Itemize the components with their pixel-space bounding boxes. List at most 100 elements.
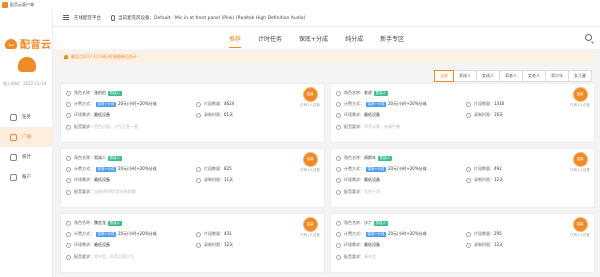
req-icon [336,124,341,130]
role-name: 老虎 [364,90,372,95]
filter-all[interactable]: 全部 [434,70,454,82]
pay-icon [66,166,71,172]
env-row: 环境需求： 最低设备 [66,242,110,248]
voice-tag-badge: 男成人 [374,220,388,226]
sidebar-item-task[interactable]: 任务 [0,107,53,127]
pay-label: 计费方式： [344,231,364,236]
req-row: 配音要求： 音色沉稳，大气正直一致 [66,124,138,130]
search-icon[interactable] [585,34,592,41]
task-card[interactable]: 角色名称： 周斯年 男成人 计费方式： 保底+分成 20元/小时+20%分成 环境需求：… [330,148,595,208]
sidebar-item-stats[interactable]: 统计 [0,147,53,167]
task-card[interactable]: 角色名称： 魏金龙 男成人 计费方式： 保底+分成 20元/小时+20%分成 环境需求：… [60,213,325,273]
filter-elder-female[interactable]: 女老人 [522,70,546,82]
pay-value: 20元/小时+20%分成 [117,101,157,106]
task-card[interactable]: 角色名称： 男成人 男成人 计费方式： 保底+分成 20元/小时+20%分成 环境需求：… [60,148,325,208]
env-icon [336,177,341,183]
role-name: 男成人 [94,155,106,160]
time-limit-value: 12天 [494,177,504,182]
tab-timed-tasks[interactable]: 计时任务 [258,34,282,48]
segment-icon [466,101,471,107]
time-limit-label: 录制时限： [204,112,224,117]
sidebar-item-label: 广播 [22,135,31,140]
pay-row: 计费方式： 保底+分成 20元/小时+20%分成 [66,231,157,237]
microphone-icon [111,14,115,21]
segment-value: 431 [224,231,232,236]
env-value: 最低设备 [94,112,110,117]
role-label: 角色名称： [74,90,94,95]
tab-newbie[interactable]: 新手专区 [380,34,404,48]
env-label: 环境需求： [74,242,94,247]
tab-share-only[interactable]: 纯分成 [345,34,363,48]
recruit-stamp[interactable]: 招募 已有1人试音 [570,152,590,173]
req-row: 配音要求： 音色干净 [336,189,380,195]
recruit-stamp-icon: 招募 [302,152,318,167]
time-limit-label: 录制时限： [474,177,494,182]
segment-label: 片段数量： [204,166,224,171]
role-label: 角色名称： [74,155,94,160]
segment-icon [466,166,471,172]
pay-label: 计费方式： [74,101,94,106]
req-label: 配音要求： [74,254,94,259]
avatar[interactable] [18,57,36,72]
sidebar-item-account[interactable]: 账户 [0,167,53,187]
req-value: 自然MNM声音成熟稳重 [94,189,136,194]
req-value: 声音浑厚，有威严感 [364,124,400,129]
clock-icon [196,112,201,118]
filter-adult-female[interactable]: 女成人 [476,70,500,82]
role-label: 角色名称： [344,90,364,95]
pay-icon [336,166,341,172]
recruit-stamp[interactable]: 招募 已有1人试音 [300,217,320,238]
time-limit-label: 录制时限： [204,177,224,182]
broadcast-icon [10,133,17,141]
clock-icon [466,177,471,183]
segment-count: 片段数量：1316 [466,101,504,107]
req-icon [66,254,71,260]
tab-recommend[interactable]: 推荐 [229,34,242,48]
recruit-stamp[interactable]: 招募 已有1人试音 [570,217,590,238]
pay-icon [66,231,71,237]
window-title: 配音云客户端 [10,1,34,7]
env-row: 环境需求： 最低设备 [336,177,380,183]
segment-value: 4624 [224,101,235,106]
sidebar-item-label: 任务 [22,115,31,120]
audition-count: 已有1人试音 [570,168,590,172]
sidebar-item-broadcast[interactable]: 广播 [0,127,53,147]
pay-row: 计费方式： 保底+分成 20元/小时+20%分成 [66,101,157,107]
segment-icon [196,231,201,237]
recruit-stamp[interactable]: 招募 已有1人试音 [300,152,320,173]
pay-label: 计费方式： [344,166,364,171]
mic-device-label[interactable]: 当前麦克风设备：Default - Mic in at front panel … [118,15,305,21]
time-limit-label: 录制时限： [204,242,224,247]
segment-count: 片段数量：295 [466,231,502,237]
recruit-stamp[interactable]: 招募 已有1人试音 [570,87,590,108]
role-label: 角色名称： [344,220,364,225]
segment-count: 片段数量：825 [196,166,232,172]
voice-tag-badge: 男成人 [108,155,122,161]
pay-label: 计费方式： [74,166,94,171]
pay-row: 计费方式： 保底+分成 20元/小时+20%分成 [66,166,157,172]
logo-text: 配音云 [20,40,52,51]
task-card[interactable]: 角色名称： 张伯伯 男成人 计费方式： 保底+分成 20元/小时+20%分成 环境需求：… [60,83,325,143]
filter-child-female[interactable]: 女儿童 [568,70,592,82]
recruit-stamp[interactable]: 招募 已有1人试音 [300,87,320,108]
tab-guarantee-share[interactable]: 保底+分成 [299,34,328,48]
pay-type-badge: 保底+分成 [96,101,116,107]
notice-text: 截至月21日 11:18日检测更新日合计 [71,54,137,59]
time-limit: 录制时限：12天 [196,242,233,248]
tab-bar: 推荐 计时任务 保底+分成 纯分成 新手专区 [53,27,600,49]
segment-label: 片段数量： [204,101,224,106]
audition-count: 已有1人试音 [300,233,320,237]
audition-count: 已有1人试音 [570,233,590,237]
menu-toggle-icon[interactable] [63,15,69,20]
segment-value: 825 [224,166,232,171]
filter-elder-male[interactable]: 男老人 [499,70,523,82]
filter-adult-male[interactable]: 男成人 [453,70,477,82]
sidebar-item-label: 账户 [22,175,31,180]
time-limit-label: 录制时限： [474,112,494,117]
filter-teen-male[interactable]: 男少年 [545,70,569,82]
role-name: 周斯年 [364,155,376,160]
task-card[interactable]: 角色名称： 老虎 男成人 计费方式： 保底+分成 20元/小时+20%分成 环境需求：最… [330,83,595,143]
env-label: 环境需求： [344,177,364,182]
task-card[interactable]: 角色名称： 沙六 男成人 计费方式： 保底+分成 20元/小时+20%分成 环境需求：最… [330,213,595,273]
req-label: 配音要求： [74,189,94,194]
